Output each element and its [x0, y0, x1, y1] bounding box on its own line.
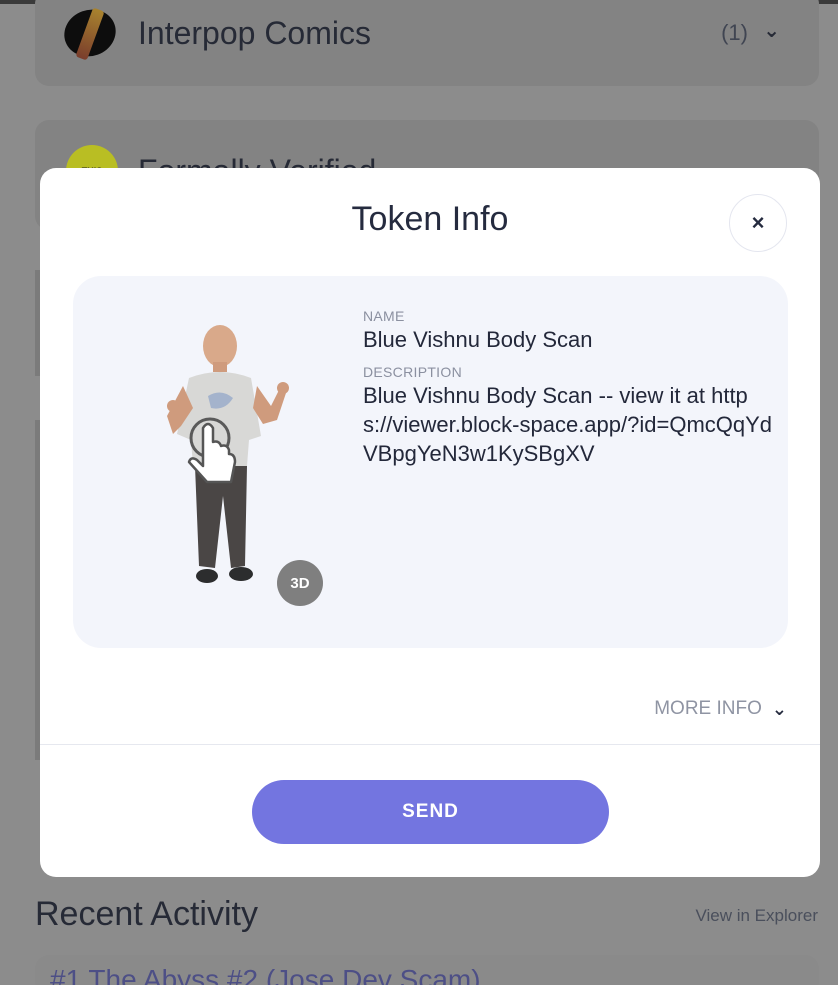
activity-item-title[interactable]: #1 The Abyss #2 (Jose Dev Scam) — [50, 964, 481, 985]
3d-badge: 3D — [277, 560, 323, 606]
chevron-down-icon: ⌄ — [771, 698, 787, 719]
close-button[interactable]: × — [729, 194, 787, 252]
close-icon: × — [751, 210, 765, 235]
interpop-logo — [57, 2, 123, 64]
view-in-explorer-link[interactable]: View in Explorer — [695, 906, 818, 926]
token-info-modal: Token Info × 3D NAME Blue Vishnu Body Sc… — [40, 168, 820, 877]
description-label: DESCRIPTION — [363, 364, 462, 380]
name-label: NAME — [363, 308, 405, 324]
recent-activity-title: Recent Activity — [35, 895, 258, 933]
more-info-label: MORE INFO — [654, 698, 762, 719]
token-description: Blue Vishnu Body Scan -- view it at http… — [363, 383, 773, 466]
send-button[interactable]: SEND — [252, 780, 609, 844]
modal-title: Token Info — [351, 200, 509, 238]
token-metadata: NAME Blue Vishnu Body Scan DESCRIPTION B… — [363, 308, 773, 468]
token-details-panel: 3D NAME Blue Vishnu Body Scan DESCRIPTIO… — [73, 276, 788, 648]
chevron-down-icon[interactable]: ⌄ — [763, 18, 780, 43]
token-name: Blue Vishnu Body Scan — [363, 327, 593, 352]
more-info-toggle[interactable]: MORE INFO ⌄ — [654, 698, 787, 720]
divider — [40, 744, 820, 745]
collection-title: Interpop Comics — [138, 14, 371, 51]
collection-count: (1) — [721, 20, 748, 45]
collection-row-interpop[interactable]: Interpop Comics (1) ⌄ — [57, 2, 782, 64]
